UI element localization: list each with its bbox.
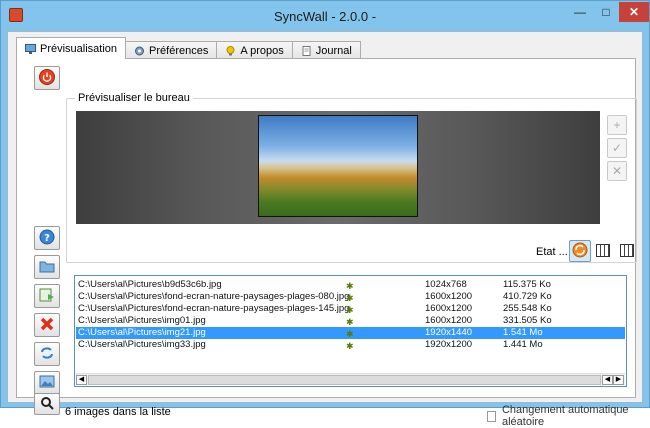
desktop-preview <box>76 111 600 224</box>
close-button[interactable]: ✕ <box>619 2 649 22</box>
image-size: 255.548 Ko <box>503 303 552 314</box>
image-size: 1.441 Mo <box>503 339 543 350</box>
help-icon: ? <box>39 229 55 248</box>
image-size: 410.729 Ko <box>503 291 552 302</box>
image-path: C:\Users\al\Pictures\fond-ecran-nature-p… <box>78 303 350 314</box>
tab-panel-previsualisation: Prévisualiser le bureau + ✓ ✕ ? Etat ...… <box>16 58 637 428</box>
scroll-left-icon[interactable]: ◀ <box>76 375 87 385</box>
preview-group: Prévisualiser le bureau + ✓ ✕ <box>66 92 637 263</box>
checkbox-box[interactable] <box>487 410 496 422</box>
plus-icon: + <box>613 118 621 132</box>
tab-label: Journal <box>315 44 352 57</box>
maximize-button[interactable]: □ <box>593 2 619 22</box>
image-path: C:\Users\al\Pictures\img21.jpg <box>78 327 206 338</box>
star-icon: ✱ <box>346 341 354 351</box>
client-area: Prévisualisation Préférences A propos Jo… <box>7 31 643 428</box>
add-image-icon <box>39 288 55 305</box>
magnifier-icon <box>40 396 54 413</box>
remove-monitor-button[interactable]: ✕ <box>607 161 627 181</box>
title-bar[interactable]: SyncWall - 2.0.0 - — □ ✕ <box>1 1 649 31</box>
sync-state-button[interactable] <box>569 240 591 262</box>
image-path: C:\Users\al\Pictures\img33.jpg <box>78 339 206 350</box>
preview-group-label: Prévisualiser le bureau <box>75 92 193 104</box>
image-size: 1.541 Mo <box>503 327 543 338</box>
image-resolution: 1920x1200 <box>425 339 473 350</box>
list-item[interactable]: C:\Users\al\Pictures\b9d53c6b.jpg ✱ 1024… <box>76 279 625 291</box>
list-item[interactable]: C:\Users\al\Pictures\fond-ecran-nature-p… <box>76 303 625 315</box>
image-path: C:\Users\al\Pictures\b9d53c6b.jpg <box>78 279 222 290</box>
tab-journal[interactable]: Journal <box>291 41 361 59</box>
x-icon: ✕ <box>611 164 623 178</box>
tab-bar: Prévisualisation Préférences A propos Jo… <box>16 37 361 59</box>
start-stop-button[interactable] <box>34 66 60 90</box>
image-icon <box>39 375 55 392</box>
list-item[interactable]: C:\Users\al\Pictures\img01.jpg ✱ 1600x12… <box>76 315 625 327</box>
add-monitor-button[interactable]: + <box>607 115 627 135</box>
set-wallpaper-button[interactable] <box>34 371 60 395</box>
check-icon: ✓ <box>611 141 623 155</box>
refresh-icon <box>39 346 55 363</box>
delete-icon <box>40 317 54 334</box>
journal-icon <box>301 45 312 56</box>
lightbulb-icon <box>225 45 236 56</box>
view-columns-icon[interactable] <box>620 244 634 257</box>
image-resolution: 1920x1440 <box>425 327 473 338</box>
image-size: 115.375 Ko <box>503 279 551 290</box>
folder-icon <box>39 259 55 276</box>
list-item-selected[interactable]: C:\Users\al\Pictures\img21.jpg ✱ 1920x14… <box>76 327 625 339</box>
delete-button[interactable] <box>34 313 60 337</box>
scroll-thumb[interactable] <box>88 375 601 385</box>
etat-label: Etat ... <box>536 246 568 258</box>
scroll-left-end-icon[interactable]: ◀ <box>602 375 613 385</box>
open-folder-button[interactable] <box>34 255 60 279</box>
app-window: SyncWall - 2.0.0 - — □ ✕ Prévisualisatio… <box>0 0 650 428</box>
window-title: SyncWall - 2.0.0 - <box>273 9 377 24</box>
tab-label: A propos <box>240 44 284 57</box>
power-icon <box>39 68 55 88</box>
refresh-button[interactable] <box>34 342 60 366</box>
list-item[interactable]: C:\Users\al\Pictures\img33.jpg ✱ 1920x12… <box>76 339 625 351</box>
help-button[interactable]: ? <box>34 226 60 250</box>
minimize-button[interactable]: — <box>567 2 593 22</box>
gear-icon <box>134 46 145 56</box>
horizontal-scrollbar[interactable]: ◀ ◀ ▶ <box>76 373 625 385</box>
view-details-icon[interactable] <box>596 244 610 257</box>
tab-label: Prévisualisation <box>40 42 118 55</box>
tab-preferences[interactable]: Préférences <box>125 41 218 59</box>
add-image-button[interactable] <box>34 284 60 308</box>
image-path: C:\Users\al\Pictures\img01.jpg <box>78 315 206 326</box>
image-size: 331.505 Ko <box>503 315 552 326</box>
tab-label: Préférences <box>149 44 209 57</box>
image-resolution: 1600x1200 <box>425 291 473 302</box>
wallpaper-thumbnail[interactable] <box>258 115 418 217</box>
svg-text:?: ? <box>44 233 50 244</box>
image-list[interactable]: C:\Users\al\Pictures\b9d53c6b.jpg ✱ 1024… <box>74 275 627 387</box>
image-resolution: 1600x1200 <box>425 315 473 326</box>
monitor-icon <box>25 43 36 54</box>
tab-a-propos[interactable]: A propos <box>216 41 293 59</box>
list-item[interactable]: C:\Users\al\Pictures\fond-ecran-nature-p… <box>76 291 625 303</box>
sync-icon <box>571 241 589 262</box>
image-resolution: 1024x768 <box>425 279 467 290</box>
scroll-right-icon[interactable]: ▶ <box>613 375 624 385</box>
image-path: C:\Users\al\Pictures\fond-ecran-nature-p… <box>78 291 350 302</box>
zoom-button[interactable] <box>34 393 60 415</box>
image-resolution: 1600x1200 <box>425 303 473 314</box>
validate-button[interactable]: ✓ <box>607 138 627 158</box>
tab-previsualisation[interactable]: Prévisualisation <box>16 37 127 59</box>
